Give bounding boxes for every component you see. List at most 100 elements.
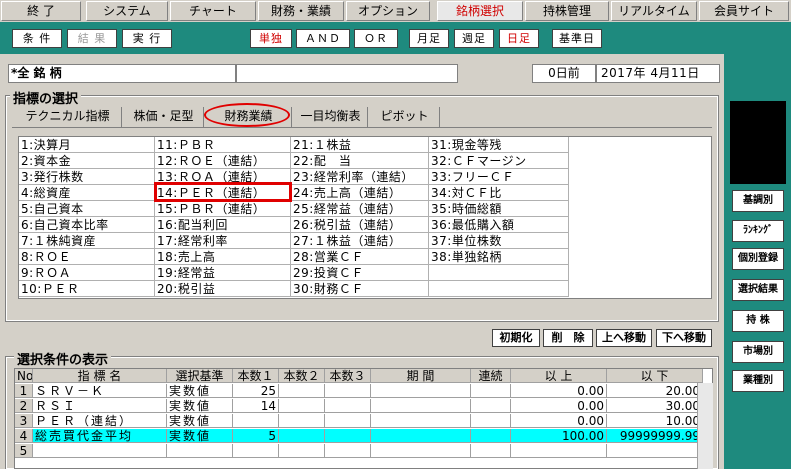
tab-pivot[interactable]: ピボット	[370, 107, 440, 127]
table-cell[interactable]	[279, 444, 325, 458]
table-cell[interactable]: 30.00	[607, 399, 703, 413]
move-up-button[interactable]: 上へ移動	[596, 329, 652, 347]
table-header-cell[interactable]: No	[15, 369, 33, 383]
table-cell[interactable]: 0.00	[511, 399, 607, 413]
tab-technical[interactable]: テクニカル指標	[14, 107, 122, 127]
execute-button[interactable]: 実 行	[122, 29, 172, 48]
individual-register-button[interactable]: 個別登録	[732, 248, 784, 270]
indicator-cell[interactable]: 7:１株純資産	[19, 233, 155, 249]
menu-stock-select[interactable]: 銘柄選択	[437, 1, 523, 21]
indicator-cell[interactable]: 19:経常益	[155, 265, 291, 281]
indicator-cell[interactable]: 8:ＲＯＥ	[19, 249, 155, 265]
table-cell[interactable]	[371, 384, 471, 398]
indicator-cell[interactable]: 22:配 当	[291, 153, 429, 169]
table-cell[interactable]: 10.00	[607, 414, 703, 428]
menu-realtime[interactable]: リアルタイム	[611, 1, 697, 21]
table-cell[interactable]	[371, 399, 471, 413]
menu-chart[interactable]: チャート	[170, 1, 256, 21]
stock-code-field[interactable]: *全 銘 柄	[8, 64, 236, 83]
menu-holdings[interactable]: 持株管理	[525, 1, 609, 21]
indicator-cell[interactable]: 34:対ＣＦ比	[429, 185, 569, 201]
monthly-button[interactable]: 月足	[409, 29, 449, 48]
table-cell[interactable]: 5	[233, 429, 279, 443]
initialize-button[interactable]: 初期化	[492, 329, 540, 347]
menu-financial[interactable]: 財務・業績	[258, 1, 344, 21]
table-cell[interactable]: 100.00	[511, 429, 607, 443]
menu-system[interactable]: システム	[86, 1, 168, 21]
table-cell[interactable]	[471, 414, 511, 428]
table-cell[interactable]	[233, 444, 279, 458]
indicator-cell[interactable]: 31:現金等残	[429, 137, 569, 153]
table-cell[interactable]	[607, 444, 703, 458]
table-scrollbar[interactable]	[697, 383, 713, 469]
table-cell[interactable]	[471, 429, 511, 443]
indicator-cell[interactable]: 12:ＲＯＥ（連結）	[155, 153, 291, 169]
table-cell[interactable]: 3	[15, 414, 33, 428]
table-cell[interactable]: 25	[233, 384, 279, 398]
indicator-cell[interactable]: 10:ＰＥＲ	[19, 281, 155, 297]
table-header-cell[interactable]: 指 標 名	[33, 369, 167, 383]
indicator-cell[interactable]	[429, 265, 569, 281]
indicator-cell[interactable]: 35:時価総額	[429, 201, 569, 217]
indicator-cell[interactable]: 20:税引益	[155, 281, 291, 297]
table-cell[interactable]	[471, 384, 511, 398]
market-button[interactable]: 市場別	[732, 341, 784, 363]
table-cell[interactable]	[279, 384, 325, 398]
menu-member-site[interactable]: 会員サイト	[699, 1, 789, 21]
table-cell[interactable]: 実数値	[167, 414, 233, 428]
table-cell[interactable]	[167, 444, 233, 458]
table-cell[interactable]	[471, 399, 511, 413]
table-cell[interactable]: 実数値	[167, 384, 233, 398]
weekly-button[interactable]: 週足	[454, 29, 494, 48]
indicator-cell[interactable]: 1:決算月	[19, 137, 155, 153]
table-cell[interactable]: 0.00	[511, 384, 607, 398]
indicator-cell[interactable]: 21:１株益	[291, 137, 429, 153]
table-cell[interactable]	[279, 399, 325, 413]
daily-button[interactable]: 日足	[499, 29, 539, 48]
indicator-cell[interactable]: 3:発行株数	[19, 169, 155, 185]
table-header-cell[interactable]: 以 下	[607, 369, 703, 383]
move-down-button[interactable]: 下へ移動	[656, 329, 712, 347]
table-cell[interactable]: 99999999.99	[607, 429, 703, 443]
table-cell[interactable]: ＲＳＩ	[33, 399, 167, 413]
table-cell[interactable]	[511, 444, 607, 458]
indicator-cell[interactable]: 27:１株益（連結）	[291, 233, 429, 249]
selection-result-button[interactable]: 選択結果	[732, 279, 784, 301]
table-cell[interactable]	[371, 444, 471, 458]
table-cell[interactable]	[325, 399, 371, 413]
table-cell[interactable]	[325, 384, 371, 398]
indicator-cell[interactable]: 29:投資ＣＦ	[291, 265, 429, 281]
indicator-cell[interactable]: 11:ＰＢＲ	[155, 137, 291, 153]
table-cell[interactable]: 14	[233, 399, 279, 413]
table-header-cell[interactable]: 連続	[471, 369, 511, 383]
indicator-cell[interactable]: 32:ＣＦマージン	[429, 153, 569, 169]
table-cell[interactable]: 1	[15, 384, 33, 398]
industry-button[interactable]: 業種別	[732, 370, 784, 392]
indicator-cell[interactable]: 36:最低購入額	[429, 217, 569, 233]
indicator-cell[interactable]: 37:単位株数	[429, 233, 569, 249]
table-cell[interactable]: 実数値	[167, 399, 233, 413]
table-header-cell[interactable]: 以 上	[511, 369, 607, 383]
table-cell[interactable]: 2	[15, 399, 33, 413]
or-button[interactable]: ＯＲ	[354, 29, 398, 48]
table-cell[interactable]: ＳＲＶ－Ｋ	[33, 384, 167, 398]
table-cell[interactable]	[325, 444, 371, 458]
indicator-cell[interactable]: 38:単独銘柄	[429, 249, 569, 265]
indicator-cell[interactable]: 17:経常利率	[155, 233, 291, 249]
trend-button[interactable]: 基調別	[732, 190, 784, 212]
table-cell[interactable]	[325, 414, 371, 428]
condition-button[interactable]: 条 件	[12, 29, 62, 48]
and-button[interactable]: ＡＮＤ	[296, 29, 350, 48]
menu-option[interactable]: オプション	[346, 1, 430, 21]
indicator-cell[interactable]: 9:ＲＯＡ	[19, 265, 155, 281]
tab-price-pattern[interactable]: 株価・足型	[124, 107, 204, 127]
table-header-cell[interactable]: 選択基準	[167, 369, 233, 383]
table-header-cell[interactable]: 期 間	[371, 369, 471, 383]
result-button[interactable]: 結 果	[67, 29, 117, 48]
indicator-cell[interactable]: 25:経常益（連結）	[291, 201, 429, 217]
menu-exit[interactable]: 終 了	[1, 1, 81, 21]
indicator-cell[interactable]: 33:フリーＣＦ	[429, 169, 569, 185]
indicator-cell[interactable]: 30:財務ＣＦ	[291, 281, 429, 297]
base-date-button[interactable]: 基準日	[552, 29, 602, 48]
delete-button[interactable]: 削 除	[543, 329, 593, 347]
